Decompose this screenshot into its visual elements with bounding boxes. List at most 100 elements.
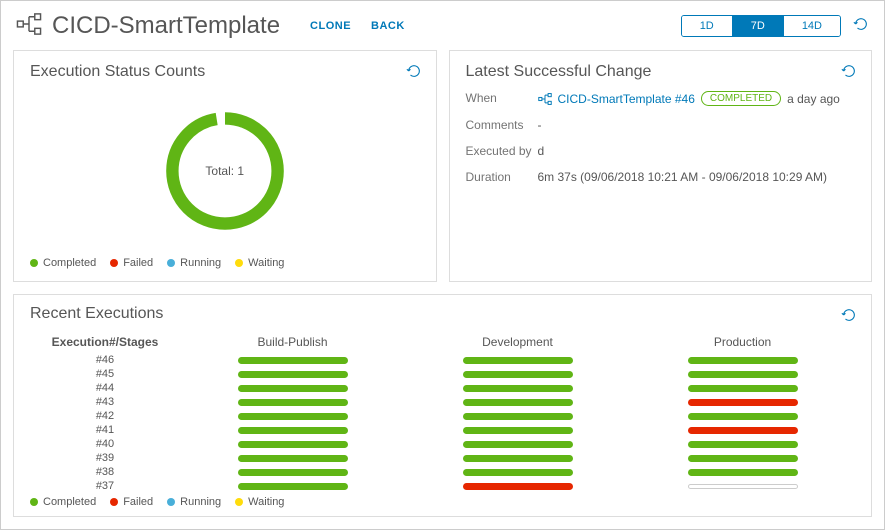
- stage-bar: [688, 357, 798, 364]
- refresh-icon[interactable]: [406, 63, 422, 82]
- legend-completed: Completed: [43, 257, 96, 269]
- recent-legend: Completed Failed Running Waiting: [30, 496, 855, 508]
- stage-bar: [688, 371, 798, 378]
- stage-cell: [405, 483, 630, 490]
- legend-failed: Failed: [123, 496, 153, 508]
- table-row[interactable]: #38: [30, 465, 855, 479]
- execution-id: #46: [30, 354, 180, 366]
- execution-id: #44: [30, 382, 180, 394]
- range-7d-button[interactable]: 7D: [733, 16, 784, 36]
- stage-cell: [405, 357, 630, 364]
- stage-bar: [688, 385, 798, 392]
- stage-cell: [180, 483, 405, 490]
- table-row[interactable]: #37: [30, 479, 855, 492]
- stage-bar: [463, 399, 573, 406]
- duration-label: Duration: [466, 170, 538, 184]
- execution-id: #45: [30, 368, 180, 380]
- table-row[interactable]: #46: [30, 353, 855, 367]
- back-button[interactable]: BACK: [371, 20, 405, 32]
- latest-execution-link[interactable]: CICD-SmartTemplate #46: [558, 92, 695, 106]
- clone-button[interactable]: CLONE: [310, 20, 351, 32]
- execution-id: #38: [30, 466, 180, 478]
- stage-cell: [630, 413, 855, 420]
- latest-change-panel: Latest Successful Change When CICD-Smart…: [449, 50, 873, 282]
- stage-bar: [463, 427, 573, 434]
- refresh-icon[interactable]: [853, 16, 869, 35]
- stage-cell: [405, 441, 630, 448]
- stage-cell: [180, 357, 405, 364]
- legend-completed: Completed: [43, 496, 96, 508]
- stage-bar: [463, 413, 573, 420]
- stage-cell: [405, 469, 630, 476]
- range-14d-button[interactable]: 14D: [784, 16, 840, 36]
- stage-cell: [405, 455, 630, 462]
- execution-status-panel: Execution Status Counts Total: 1 Complet…: [13, 50, 437, 282]
- stage-cell: [405, 413, 630, 420]
- stage-cell: [630, 427, 855, 434]
- stage-bar: [238, 413, 348, 420]
- pipeline-icon: [16, 11, 42, 40]
- stage-cell: [180, 399, 405, 406]
- executed-by-value: d: [538, 144, 856, 158]
- comments-label: Comments: [466, 118, 538, 132]
- range-1d-button[interactable]: 1D: [682, 16, 733, 36]
- stage-cell: [180, 371, 405, 378]
- col-execution: Execution#/Stages: [30, 335, 180, 349]
- table-row[interactable]: #43: [30, 395, 855, 409]
- panel-title: Recent Executions: [30, 305, 855, 323]
- stage-cell: [405, 385, 630, 392]
- stage-bar: [688, 484, 798, 489]
- stage-bar: [688, 427, 798, 434]
- table-row[interactable]: #44: [30, 381, 855, 395]
- stage-cell: [405, 371, 630, 378]
- stage-bar: [688, 441, 798, 448]
- header: CICD-SmartTemplate CLONE BACK 1D7D14D: [1, 1, 884, 50]
- table-row[interactable]: #40: [30, 437, 855, 451]
- legend-running: Running: [180, 257, 221, 269]
- table-row[interactable]: #39: [30, 451, 855, 465]
- stage-bar: [688, 399, 798, 406]
- donut-total-label: Total: 1: [205, 164, 244, 178]
- table-row[interactable]: #41: [30, 423, 855, 437]
- stage-bar: [688, 455, 798, 462]
- stage-bar: [238, 455, 348, 462]
- stage-cell: [630, 469, 855, 476]
- comments-value: -: [538, 118, 856, 132]
- stage-cell: [630, 484, 855, 489]
- panel-title: Execution Status Counts: [30, 63, 420, 81]
- when-relative: a day ago: [787, 92, 840, 106]
- table-row[interactable]: #42: [30, 409, 855, 423]
- stage-bar: [238, 441, 348, 448]
- execution-rows[interactable]: #46 #45 #44#43#42 #41 #40 #39 #38#37: [30, 353, 855, 492]
- table-row[interactable]: #45: [30, 367, 855, 381]
- stage-bar: [238, 357, 348, 364]
- table-header: Execution#/Stages Build-Publish Developm…: [30, 331, 855, 353]
- execution-id: #39: [30, 452, 180, 464]
- execution-id: #40: [30, 438, 180, 450]
- refresh-icon[interactable]: [841, 307, 857, 326]
- time-range-toggle: 1D7D14D: [681, 15, 841, 37]
- legend-waiting: Waiting: [248, 257, 284, 269]
- status-donut-chart: Total: 1: [160, 106, 290, 236]
- stage-bar: [463, 385, 573, 392]
- stage-bar: [238, 371, 348, 378]
- legend-failed: Failed: [123, 257, 153, 269]
- refresh-icon[interactable]: [841, 63, 857, 82]
- when-label: When: [466, 91, 538, 105]
- execution-id: #42: [30, 410, 180, 422]
- stage-cell: [630, 357, 855, 364]
- col-stage: Build-Publish: [180, 335, 405, 349]
- stage-cell: [630, 371, 855, 378]
- stage-bar: [688, 413, 798, 420]
- stage-cell: [180, 385, 405, 392]
- page-title: CICD-SmartTemplate: [52, 12, 280, 40]
- stage-bar: [463, 357, 573, 364]
- col-stage: Development: [405, 335, 630, 349]
- stage-bar: [238, 385, 348, 392]
- stage-bar: [463, 371, 573, 378]
- stage-cell: [180, 455, 405, 462]
- stage-cell: [180, 413, 405, 420]
- stage-bar: [463, 441, 573, 448]
- stage-cell: [630, 385, 855, 392]
- execution-id: #41: [30, 424, 180, 436]
